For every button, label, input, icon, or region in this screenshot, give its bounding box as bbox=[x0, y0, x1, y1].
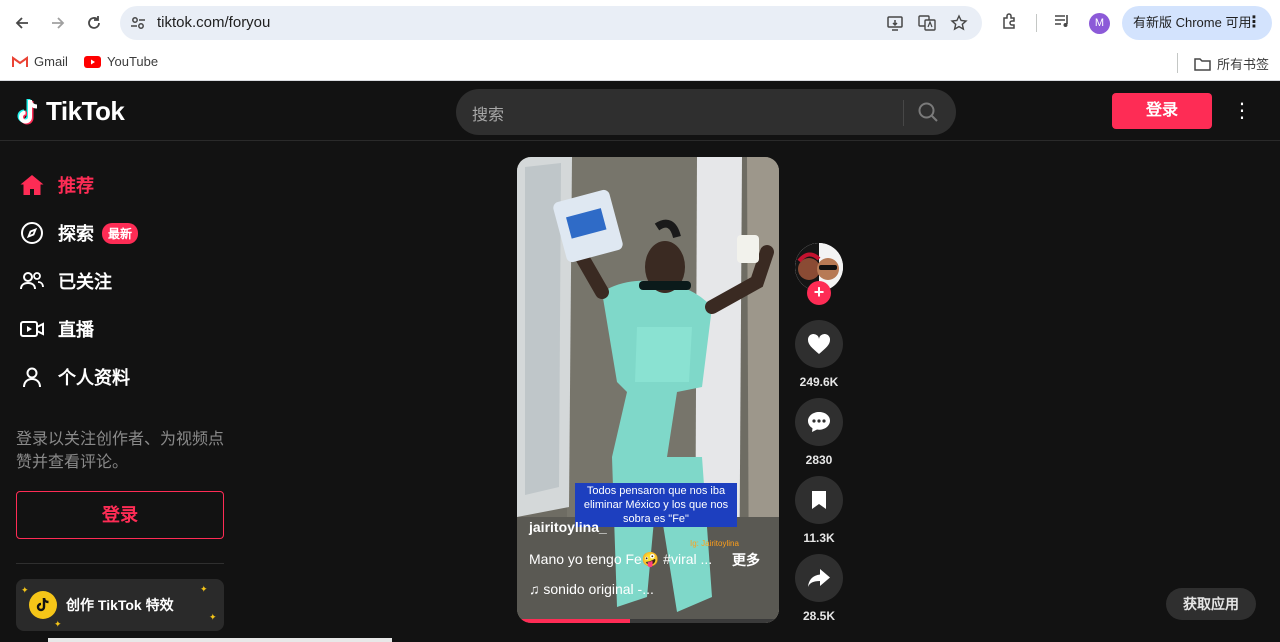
bookmark-youtube[interactable]: YouTube bbox=[84, 54, 158, 69]
sparkle-icon: ✦ bbox=[200, 584, 208, 594]
description-more-link[interactable]: 更多 bbox=[732, 550, 760, 570]
video-player[interactable]: Todos pensaron que nos iba eliminar Méxi… bbox=[517, 157, 779, 623]
logo-text: TikTok bbox=[46, 96, 125, 126]
reload-icon bbox=[88, 16, 100, 29]
tiktok-logo[interactable]: TikTok bbox=[16, 96, 125, 127]
bookmark-icon bbox=[812, 491, 826, 509]
tiktok-note-icon bbox=[17, 98, 38, 124]
sidebar-divider bbox=[16, 563, 224, 564]
like-count: 249.6K bbox=[799, 375, 839, 389]
chrome-update-label: 有新版 Chrome 可用 bbox=[1133, 15, 1252, 30]
sparkle-icon: ✦ bbox=[209, 612, 217, 622]
install-app-icon[interactable] bbox=[886, 14, 904, 32]
bookmarks-divider bbox=[1177, 53, 1178, 73]
heart-icon bbox=[807, 333, 831, 354]
save-button[interactable] bbox=[795, 476, 843, 524]
get-app-button[interactable]: 获取应用 bbox=[1166, 588, 1256, 620]
back-button[interactable] bbox=[8, 9, 36, 37]
video-progress-bar[interactable] bbox=[517, 619, 779, 623]
toolbar-divider bbox=[1036, 14, 1037, 32]
bookmark-star-icon[interactable] bbox=[950, 14, 968, 32]
more-vert-icon: ⋮ bbox=[1246, 14, 1262, 31]
comment-icon bbox=[808, 412, 830, 432]
profile-icon bbox=[18, 363, 46, 391]
sidebar-item-label: 探索 bbox=[58, 224, 94, 244]
all-bookmarks-button[interactable]: 所有书签 bbox=[1194, 54, 1269, 73]
url-text[interactable]: tiktok.com/foryou bbox=[157, 14, 270, 31]
sidebar-item-profile[interactable]: 个人资料 bbox=[18, 361, 130, 393]
all-bookmarks-label: 所有书签 bbox=[1217, 57, 1270, 72]
sidebar-login-button[interactable]: 登录 bbox=[16, 491, 224, 539]
sparkle-icon: ✦ bbox=[21, 585, 29, 595]
video-music[interactable]: ♫ sonido original -... bbox=[529, 581, 654, 597]
create-effects-label: 创作 TikTok 特效 bbox=[66, 597, 174, 613]
share-count: 28.5K bbox=[802, 609, 836, 623]
live-icon bbox=[18, 315, 46, 343]
share-button[interactable] bbox=[795, 554, 843, 602]
create-effects-banner[interactable]: ✦ ✦ ✦ ✦ 创作 TikTok 特效 bbox=[16, 579, 224, 631]
new-badge: 最新 bbox=[102, 222, 139, 244]
arrow-right-icon bbox=[52, 17, 65, 29]
follow-plus-button[interactable]: + bbox=[807, 281, 831, 305]
bookmark-gmail[interactable]: Gmail bbox=[12, 54, 68, 69]
video-progress-fill bbox=[517, 619, 630, 623]
sidebar-item-live[interactable]: 直播 bbox=[18, 313, 94, 345]
home-icon bbox=[18, 171, 46, 199]
search-divider bbox=[903, 100, 904, 126]
sidebar: 推荐 探索 最新 已关注 直播 个人资料 登录以关注创作者、为视频点赞并查看评论… bbox=[0, 142, 392, 642]
login-button[interactable]: 登录 bbox=[1112, 93, 1212, 129]
forward-button[interactable] bbox=[44, 9, 72, 37]
video-author[interactable]: jairitoylina_ bbox=[529, 519, 607, 535]
more-options-icon[interactable]: ⋮ bbox=[1232, 97, 1252, 125]
sidebar-item-following[interactable]: 已关注 bbox=[18, 265, 112, 297]
compass-icon bbox=[18, 219, 46, 247]
comment-count: 2830 bbox=[805, 453, 833, 467]
following-icon bbox=[18, 267, 46, 295]
sidebar-item-label: 已关注 bbox=[58, 272, 112, 292]
extensions-icon[interactable] bbox=[998, 12, 1020, 34]
site-info-icon[interactable] bbox=[130, 15, 146, 31]
reload-button[interactable] bbox=[80, 9, 108, 37]
sidebar-item-for-you[interactable]: 推荐 bbox=[18, 169, 94, 201]
share-icon bbox=[808, 569, 830, 587]
video-description: Mano yo tengo Fe🤪 #viral ... bbox=[529, 551, 713, 567]
bookmarks-bar: Gmail YouTube 所有书签 bbox=[0, 46, 1280, 81]
profile-avatar[interactable]: M bbox=[1089, 13, 1110, 34]
tiktok-header: TikTok 搜索 登录 ⋮ bbox=[0, 81, 1280, 141]
sidebar-item-label: 直播 bbox=[58, 320, 94, 340]
arrow-left-icon bbox=[15, 17, 28, 29]
save-count: 11.3K bbox=[803, 531, 835, 545]
sidebar-item-explore[interactable]: 探索 最新 bbox=[18, 217, 139, 249]
sidebar-item-label: 个人资料 bbox=[58, 368, 130, 388]
folder-icon bbox=[1194, 57, 1211, 71]
chrome-update-button[interactable]: 有新版 Chrome 可用 ⋮ bbox=[1122, 6, 1272, 40]
video-watermark: Ig: Jairitoylina bbox=[690, 539, 739, 548]
bookmark-label: Gmail bbox=[34, 54, 68, 69]
gmail-icon bbox=[12, 55, 28, 67]
sidebar-item-label: 推荐 bbox=[58, 176, 94, 196]
translate-icon[interactable] bbox=[918, 14, 936, 32]
browser-toolbar: tiktok.com/foryou M 有新版 Chrome 可用 ⋮ bbox=[0, 0, 1280, 46]
search-icon[interactable] bbox=[917, 101, 939, 123]
search-input[interactable]: 搜索 bbox=[472, 101, 504, 125]
comment-button[interactable] bbox=[795, 398, 843, 446]
effect-coin-icon bbox=[29, 591, 57, 619]
horizontal-scrollbar[interactable] bbox=[48, 638, 392, 642]
like-button[interactable] bbox=[795, 320, 843, 368]
sparkle-icon: ✦ bbox=[54, 619, 62, 629]
search-bar[interactable]: 搜索 bbox=[456, 89, 956, 135]
youtube-icon bbox=[84, 55, 101, 68]
address-bar[interactable]: tiktok.com/foryou bbox=[120, 6, 982, 40]
login-hint: 登录以关注创作者、为视频点赞并查看评论。 bbox=[16, 431, 225, 471]
bookmark-label: YouTube bbox=[107, 54, 159, 69]
media-control-icon[interactable] bbox=[1051, 12, 1073, 34]
